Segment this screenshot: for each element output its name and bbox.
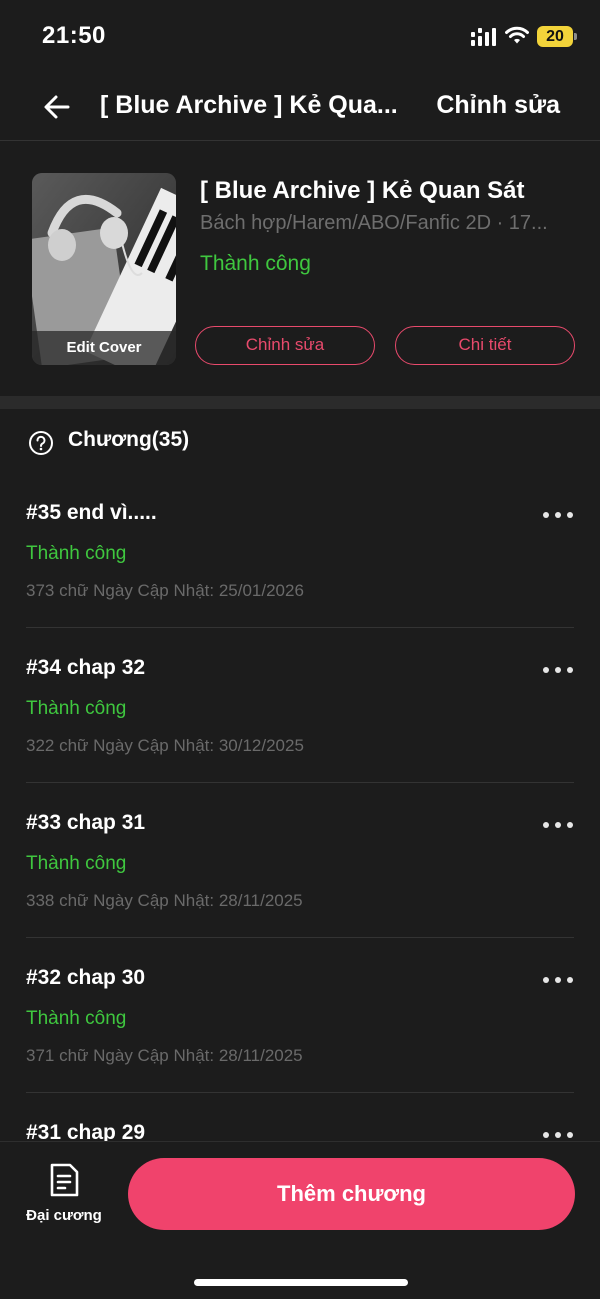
outline-button[interactable]: Đại cương [18,1160,110,1230]
chapter-status: Thành công [26,1008,127,1029]
details-button[interactable]: Chi tiết [395,326,575,365]
edit-button[interactable]: Chỉnh sửa [436,91,560,120]
chapter-title: #35 end vì..... [26,501,157,524]
chapter-list: #35 end vì..... Thành công 373 chữ Ngày … [0,473,600,1141]
back-arrow-icon[interactable] [42,92,72,122]
book-status: Thành công [200,252,311,275]
nav-bar: [ Blue Archive ] Kẻ Qua... Chỉnh sửa [0,74,600,141]
chapters-title: Chương(35) [68,428,190,451]
more-options-icon[interactable] [540,658,576,682]
more-options-icon[interactable] [540,968,576,992]
chapters-header: Chương(35) [0,409,600,473]
chapter-item[interactable]: #32 chap 30 Thành công 371 chữ Ngày Cập … [0,938,600,1093]
book-genre: Bách hợp/Harem/ABO/Fanfic 2D · 17... [200,212,548,234]
book-header: Edit Cover [ Blue Archive ] Kẻ Quan Sát … [0,142,600,396]
add-chapter-button[interactable]: Thêm chương [128,1158,575,1230]
wifi-icon [505,26,529,44]
book-cover[interactable]: Edit Cover [32,173,176,365]
more-options-icon[interactable] [540,813,576,837]
chapter-status: Thành công [26,543,127,564]
chapter-item[interactable]: #33 chap 31 Thành công 338 chữ Ngày Cập … [0,783,600,938]
outline-label: Đại cương [26,1207,102,1224]
chapter-meta: 322 chữ Ngày Cập Nhật: 30/12/2025 [26,736,304,755]
chapter-item[interactable]: #35 end vì..... Thành công 373 chữ Ngày … [0,473,600,628]
chapter-title: #32 chap 30 [26,966,146,989]
chapter-meta: 338 chữ Ngày Cập Nhật: 28/11/2025 [26,891,303,910]
chapter-item[interactable]: #34 chap 32 Thành công 322 chữ Ngày Cập … [0,628,600,783]
section-divider [0,396,600,409]
home-indicator[interactable] [194,1279,408,1286]
more-options-icon[interactable] [540,1123,576,1141]
edit-cover-label[interactable]: Edit Cover [32,331,176,365]
bottom-bar: Đại cương Thêm chương [0,1141,600,1299]
chapter-status: Thành công [26,853,127,874]
page-title: [ Blue Archive ] Kẻ Qua... [100,91,398,119]
book-title: [ Blue Archive ] Kẻ Quan Sát [200,177,525,204]
chapter-title: #34 chap 32 [26,656,146,679]
battery-level: 20 [537,26,573,47]
status-time: 21:50 [42,22,106,49]
status-bar: 21:50 20 [0,0,600,74]
help-icon[interactable] [28,430,54,456]
chapter-status: Thành công [26,698,127,719]
chapter-title: #31 chap 29 [26,1121,146,1141]
chapter-meta: 373 chữ Ngày Cập Nhật: 25/01/2026 [26,581,304,600]
document-icon [50,1163,79,1197]
cellular-signal-icon [471,28,496,46]
chapter-meta: 371 chữ Ngày Cập Nhật: 28/11/2025 [26,1046,303,1065]
chapter-item[interactable]: #31 chap 29 [0,1093,600,1141]
battery-icon: 20 [537,26,577,47]
chapter-title: #33 chap 31 [26,811,146,834]
more-options-icon[interactable] [540,503,576,527]
edit-book-button[interactable]: Chỉnh sửa [195,326,375,365]
